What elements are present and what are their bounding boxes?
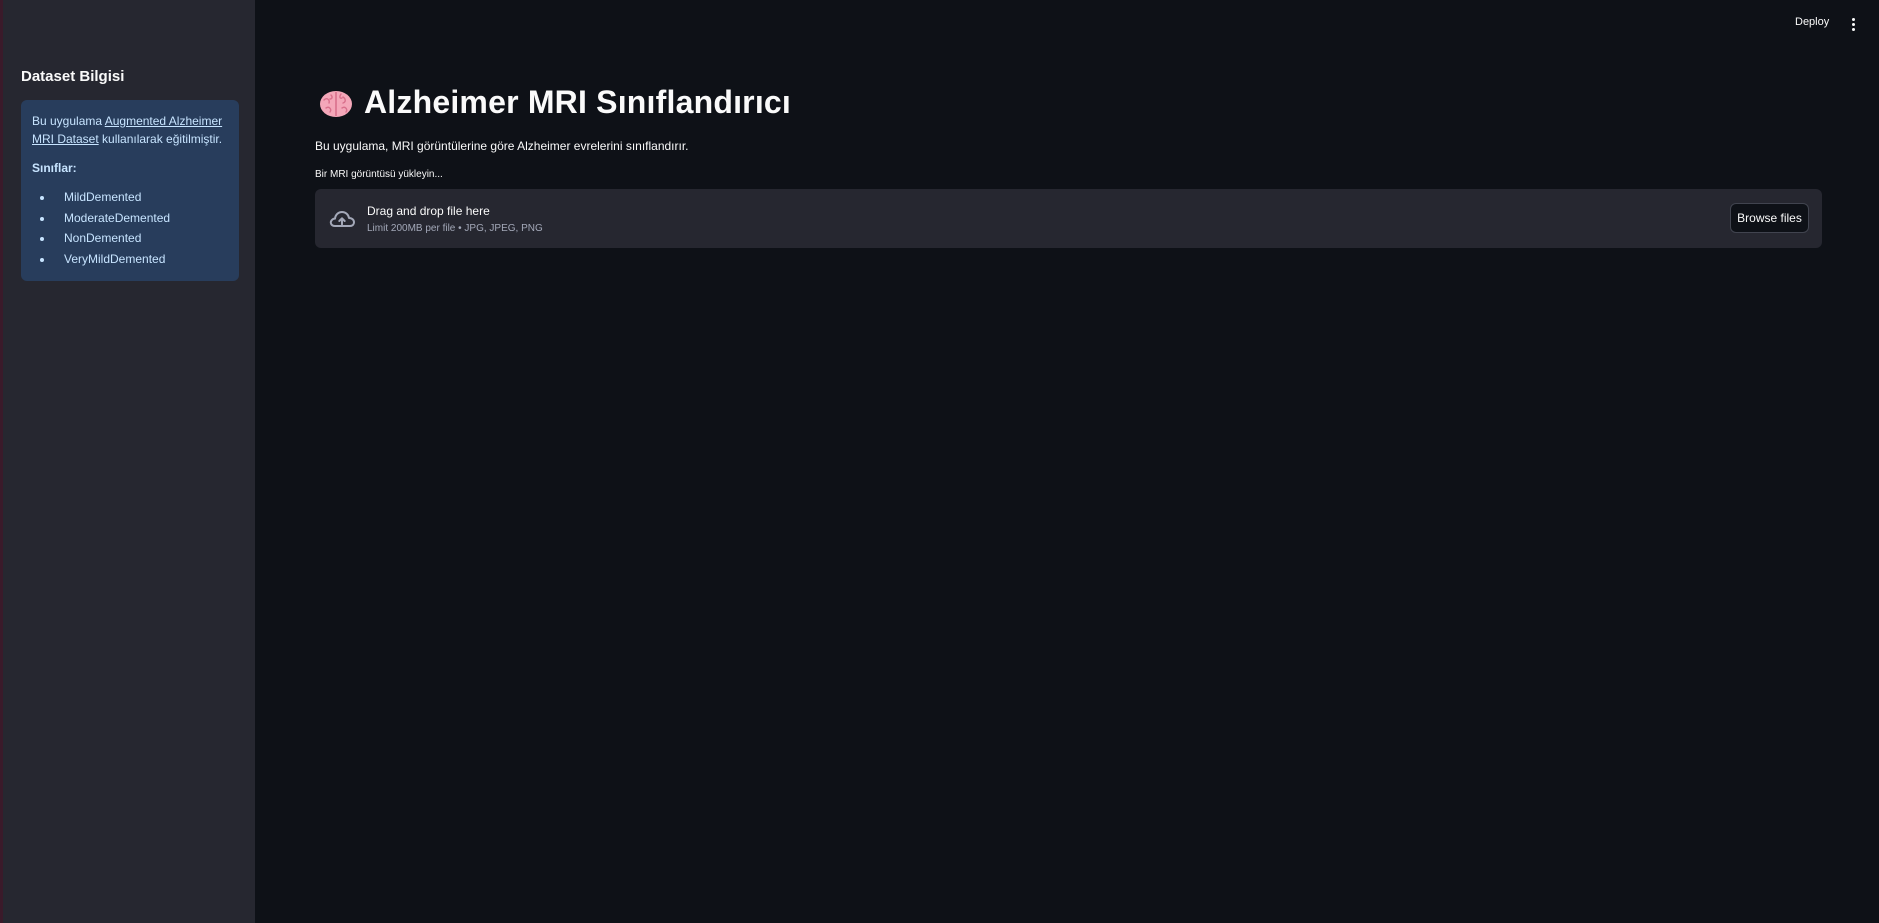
dropzone-instructions: Drag and drop file here: [367, 204, 490, 218]
class-item: ModerateDemented: [54, 209, 228, 227]
info-text-before: Bu uygulama: [32, 114, 105, 128]
uploader-label: Bir MRI görüntüsü yükleyin...: [315, 169, 443, 180]
kebab-menu-icon[interactable]: [1846, 16, 1860, 32]
app-root: Dataset Bilgisi Bu uygulama Augmented Al…: [0, 0, 1879, 923]
sidebar: Dataset Bilgisi Bu uygulama Augmented Al…: [3, 0, 255, 923]
cloud-upload-icon: [329, 211, 355, 227]
dropzone-limits: Limit 200MB per file • JPG, JPEG, PNG: [367, 223, 543, 234]
file-dropzone[interactable]: Drag and drop file here Limit 200MB per …: [315, 189, 1822, 248]
page-description: Bu uygulama, MRI görüntülerine göre Alzh…: [315, 139, 689, 153]
browse-files-button[interactable]: Browse files: [1730, 203, 1809, 233]
class-item: MildDemented: [54, 188, 228, 206]
class-item: VeryMildDemented: [54, 250, 228, 268]
brain-icon: [320, 90, 352, 117]
class-item: NonDemented: [54, 229, 228, 247]
deploy-button[interactable]: Deploy: [1795, 16, 1829, 28]
page-title-text: Alzheimer MRI Sınıflandırıcı: [364, 84, 792, 120]
info-text-after: kullanılarak eğitilmiştir.: [98, 132, 223, 146]
page-title: Alzheimer MRI Sınıflandırıcı: [318, 84, 791, 121]
sidebar-title: Dataset Bilgisi: [21, 68, 125, 85]
class-list: MildDemented ModerateDemented NonDemente…: [32, 188, 228, 268]
dataset-info-box: Bu uygulama Augmented Alzheimer MRI Data…: [21, 100, 239, 281]
classes-title: Sınıflar:: [32, 161, 77, 175]
info-paragraph: Bu uygulama Augmented Alzheimer MRI Data…: [32, 112, 228, 148]
